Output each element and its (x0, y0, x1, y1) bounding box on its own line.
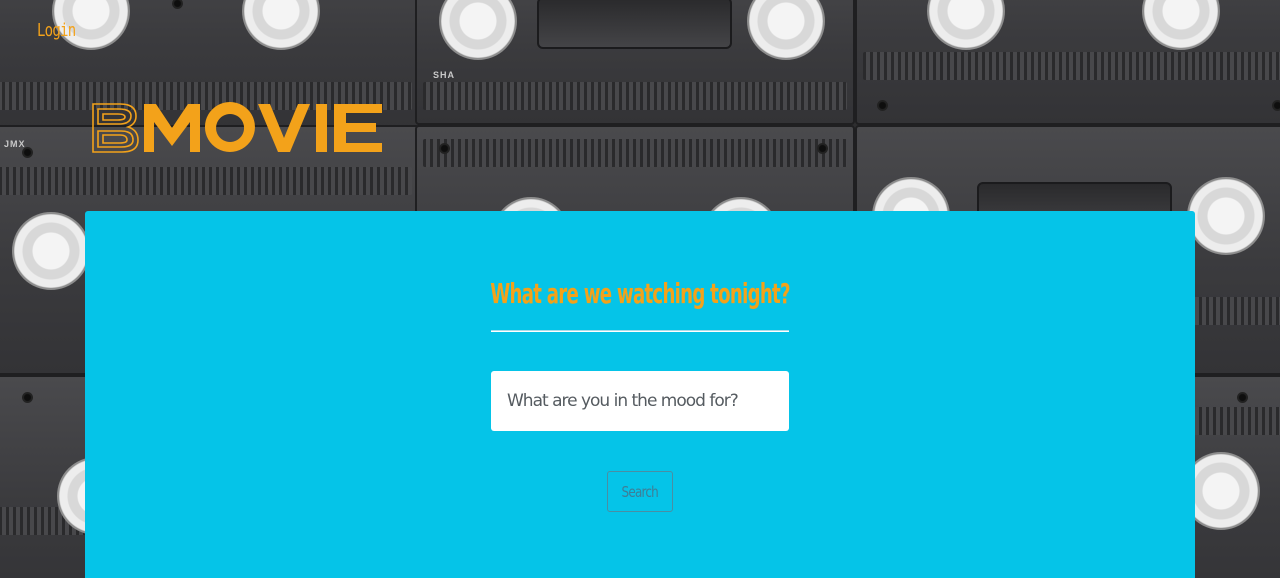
headline-divider (491, 330, 789, 332)
bmovie-logo[interactable] (92, 100, 384, 160)
search-button[interactable]: Search (607, 471, 673, 512)
vhs-tape (855, 0, 1280, 125)
vhs-tape: SHA (415, 0, 855, 125)
search-input[interactable] (491, 371, 789, 431)
page-headline-text: What are we watching tonight? (490, 277, 790, 310)
search-button-label: Search (621, 482, 659, 501)
search-panel: What are we watching tonight? Search (85, 211, 1195, 578)
login-link[interactable]: Login (37, 20, 76, 41)
page-headline: What are we watching tonight? (85, 277, 1195, 310)
bmovie-logo-mark (92, 102, 382, 153)
